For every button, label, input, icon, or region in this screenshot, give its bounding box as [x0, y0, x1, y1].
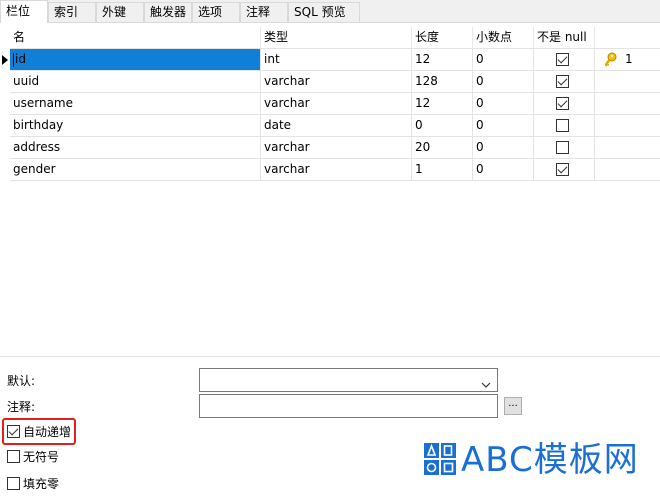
row-indicator [0, 93, 10, 115]
abc-blocks-icon [423, 442, 457, 479]
cell-length[interactable]: 1 [412, 159, 473, 181]
not-null-checkbox[interactable] [556, 163, 569, 176]
table-row[interactable]: uuid varchar 128 0 [0, 71, 660, 93]
tab-sql-preview[interactable]: SQL 预览 [288, 2, 360, 22]
table-row[interactable]: username varchar 12 0 [0, 93, 660, 115]
watermark-logo: ABC模板网 [423, 440, 653, 480]
not-null-checkbox[interactable] [556, 75, 569, 88]
header-decimals[interactable]: 小数点 [473, 27, 534, 49]
text-caret [13, 52, 14, 67]
cell-not-null[interactable] [534, 115, 595, 137]
cell-key[interactable] [595, 71, 660, 93]
cell-decimals[interactable]: 0 [473, 115, 534, 137]
cell-key[interactable] [595, 115, 660, 137]
cell-key[interactable] [595, 93, 660, 115]
tab-triggers[interactable]: 触发器 [144, 2, 192, 22]
table-row[interactable]: id int 12 0 1 [0, 49, 660, 71]
default-combobox[interactable] [199, 368, 498, 392]
row-indicator [0, 137, 10, 159]
cell-name[interactable]: birthday [10, 115, 261, 137]
cell-not-null[interactable] [534, 93, 595, 115]
cell-not-null[interactable] [534, 49, 595, 71]
cell-decimals[interactable]: 0 [473, 49, 534, 71]
table-row[interactable]: birthday date 0 0 [0, 115, 660, 137]
tab-foreign-keys[interactable]: 外键 [96, 2, 144, 22]
zerofill-label: 填充零 [23, 477, 60, 491]
cell-key[interactable] [595, 137, 660, 159]
cell-not-null[interactable] [534, 137, 595, 159]
not-null-checkbox[interactable] [556, 53, 569, 66]
header-name[interactable]: 名 [10, 27, 261, 49]
cell-length[interactable]: 20 [412, 137, 473, 159]
tab-options[interactable]: 选项 [192, 2, 240, 22]
cell-type[interactable]: varchar [261, 93, 412, 115]
header-key [595, 27, 660, 49]
cell-name[interactable]: address [10, 137, 261, 159]
cell-key[interactable] [595, 159, 660, 181]
cell-name[interactable]: uuid [10, 71, 261, 93]
unsigned-label: 无符号 [23, 450, 60, 464]
logo-text: ABC模板网 [461, 440, 639, 480]
chevron-down-icon[interactable] [481, 377, 491, 391]
cell-decimals[interactable]: 0 [473, 71, 534, 93]
cell-decimals[interactable]: 0 [473, 93, 534, 115]
table-row[interactable]: address varchar 20 0 [0, 137, 660, 159]
header-length[interactable]: 长度 [412, 27, 473, 49]
tab-bar: 栏位 索引 外键 触发器 选项 注释 SQL 预览 [0, 0, 660, 23]
cell-name[interactable]: id [10, 49, 261, 71]
cell-not-null[interactable] [534, 159, 595, 181]
cell-not-null[interactable] [534, 71, 595, 93]
header-type[interactable]: 类型 [261, 27, 412, 49]
cell-name[interactable]: username [10, 93, 261, 115]
comment-label: 注释: [7, 400, 36, 414]
cell-type[interactable]: varchar [261, 71, 412, 93]
highlight-box [2, 418, 76, 445]
cell-decimals[interactable]: 0 [473, 137, 534, 159]
cell-type[interactable]: varchar [261, 137, 412, 159]
cell-length[interactable]: 128 [412, 71, 473, 93]
not-null-checkbox[interactable] [556, 141, 569, 154]
tab-comments[interactable]: 注释 [240, 2, 288, 22]
cell-length[interactable]: 12 [412, 49, 473, 71]
panel-divider[interactable] [0, 356, 660, 357]
zerofill-checkbox[interactable] [7, 477, 20, 490]
table-row[interactable]: gender varchar 1 0 [0, 159, 660, 181]
cell-name[interactable]: gender [10, 159, 261, 181]
tab-columns[interactable]: 栏位 [0, 0, 48, 23]
primary-key-order: 1 [625, 52, 633, 66]
cell-length[interactable]: 0 [412, 115, 473, 137]
current-row-arrow-icon [2, 55, 8, 65]
grid-header: 名 类型 长度 小数点 不是 null [0, 27, 660, 49]
primary-key-icon [604, 52, 619, 70]
cell-length[interactable]: 12 [412, 93, 473, 115]
cell-type[interactable]: date [261, 115, 412, 137]
unsigned-checkbox[interactable] [7, 450, 20, 463]
tab-indexes[interactable]: 索引 [48, 2, 96, 22]
row-indicator [0, 49, 10, 71]
comment-ellipsis-button[interactable]: ... [504, 397, 522, 415]
not-null-checkbox[interactable] [556, 97, 569, 110]
row-indicator [0, 115, 10, 137]
cell-type[interactable]: varchar [261, 159, 412, 181]
cell-key[interactable]: 1 [595, 49, 660, 71]
row-indicator [0, 71, 10, 93]
cell-type[interactable]: int [261, 49, 412, 71]
cell-decimals[interactable]: 0 [473, 159, 534, 181]
not-null-checkbox[interactable] [556, 119, 569, 132]
header-not-null[interactable]: 不是 null [534, 27, 595, 49]
default-label: 默认: [7, 374, 36, 388]
row-indicator [0, 159, 10, 181]
comment-input[interactable] [199, 394, 498, 418]
